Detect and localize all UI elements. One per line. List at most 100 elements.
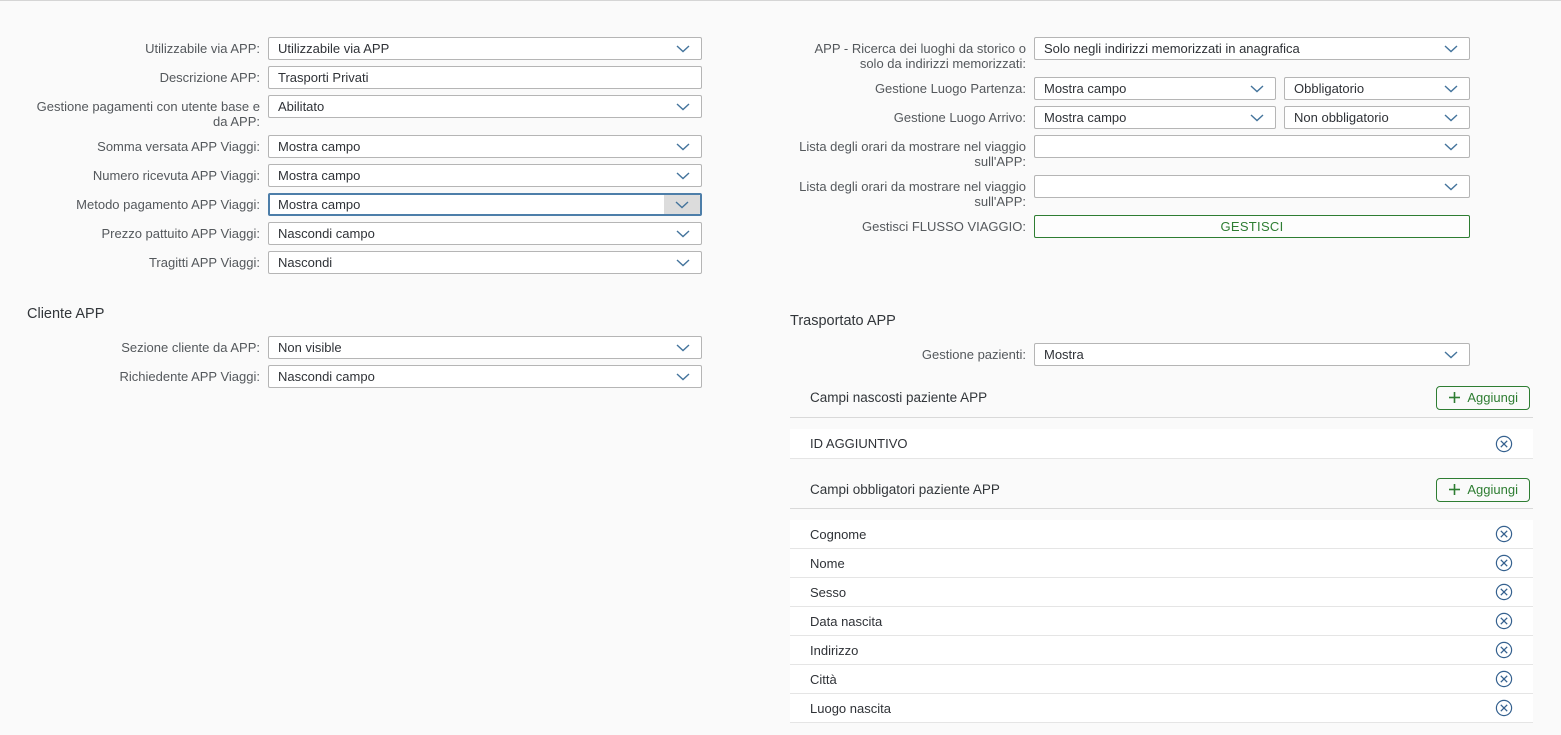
field-label: Gestione pagamenti con utente base e da …	[24, 95, 268, 129]
chevron-down-icon	[1239, 107, 1275, 128]
luogo-partenza-visibility-select[interactable]: Mostra campo	[1034, 77, 1276, 100]
form-row: Metodo pagamento APP Viaggi: Mostra camp…	[24, 193, 702, 216]
numero-ricevuta-select[interactable]: Mostra campo	[268, 164, 702, 187]
remove-icon[interactable]	[1495, 435, 1513, 453]
ricerca-luoghi-select[interactable]: Solo negli indirizzi memorizzati in anag…	[1034, 37, 1470, 60]
field-label: Somma versata APP Viaggi:	[24, 135, 268, 154]
app-settings-form: Utilizzabile via APP: Utilizzabile via A…	[24, 1, 702, 274]
field-label: Sezione cliente da APP:	[24, 336, 268, 355]
select-value: Nascondi campo	[269, 369, 665, 384]
list-item-label: Indirizzo	[790, 643, 1495, 658]
remove-icon[interactable]	[1495, 525, 1513, 543]
add-required-field-button[interactable]: Aggiungi	[1436, 478, 1530, 502]
form-row: Utilizzabile via APP: Utilizzabile via A…	[24, 37, 702, 60]
descrizione-app-input[interactable]	[268, 66, 702, 89]
list-item-label: Luogo nascita	[790, 701, 1495, 716]
hidden-fields-title: Campi nascosti paziente APP	[790, 390, 987, 405]
remove-icon[interactable]	[1495, 641, 1513, 659]
tragitti-select[interactable]: Nascondi	[268, 251, 702, 274]
field-label: Descrizione APP:	[24, 66, 268, 85]
gestisci-button[interactable]: GESTISCI	[1034, 215, 1470, 238]
plus-icon	[1448, 391, 1461, 404]
chevron-down-icon	[664, 195, 700, 214]
list-item: Data nascita	[790, 607, 1533, 636]
luogo-arrivo-visibility-select[interactable]: Mostra campo	[1034, 106, 1276, 129]
list-item-label: ID AGGIUNTIVO	[790, 436, 1495, 451]
trasportato-app-section-title: Trasportato APP	[790, 313, 1533, 329]
field-label: Lista degli orari da mostrare nel viaggi…	[790, 135, 1034, 169]
form-row: Gestione Luogo Arrivo: Mostra campo Non …	[790, 106, 1470, 129]
chevron-down-icon	[665, 165, 701, 186]
select-value: Abilitato	[269, 99, 665, 114]
form-row: Gestione pazienti: Mostra	[790, 343, 1470, 366]
lista-orari-select-2[interactable]	[1034, 175, 1470, 198]
luogo-arrivo-required-select[interactable]: Non obbligatorio	[1284, 106, 1470, 129]
chevron-down-icon	[1433, 136, 1469, 157]
select-value: Obbligatorio	[1285, 81, 1433, 96]
add-hidden-field-button[interactable]: Aggiungi	[1436, 386, 1530, 410]
select-value: Nascondi	[269, 255, 665, 270]
chevron-down-icon	[1433, 38, 1469, 59]
list-item-label: Data nascita	[790, 614, 1495, 629]
select-value: Mostra campo	[269, 139, 665, 154]
cliente-app-section-title: Cliente APP	[27, 306, 702, 322]
richiedente-select[interactable]: Nascondi campo	[268, 365, 702, 388]
form-row: Gestione Luogo Partenza: Mostra campo Ob…	[790, 77, 1470, 100]
chevron-down-icon	[665, 223, 701, 244]
list-item: Nome	[790, 549, 1533, 578]
field-label: APP - Ricerca dei luoghi da storico o so…	[790, 37, 1034, 71]
form-row: Gestisci FLUSSO VIAGGIO: GESTISCI	[790, 215, 1470, 238]
form-row: Lista degli orari da mostrare nel viaggi…	[790, 135, 1470, 169]
chevron-down-icon	[665, 252, 701, 273]
chevron-down-icon	[665, 366, 701, 387]
select-value: Solo negli indirizzi memorizzati in anag…	[1035, 41, 1433, 56]
form-row: Richiedente APP Viaggi: Nascondi campo	[24, 365, 702, 388]
select-value: Mostra campo	[1035, 81, 1239, 96]
select-value: Non obbligatorio	[1285, 110, 1433, 125]
list-item: ID AGGIUNTIVO	[790, 429, 1533, 459]
right-column: APP - Ricerca dei luoghi da storico o so…	[790, 1, 1533, 723]
utilizzabile-via-app-select[interactable]: Utilizzabile via APP	[268, 37, 702, 60]
chevron-down-icon	[665, 38, 701, 59]
list-item-label: Cognome	[790, 527, 1495, 542]
metodo-pagamento-select[interactable]: Mostra campo	[268, 193, 702, 216]
required-fields-title: Campi obbligatori paziente APP	[790, 482, 1000, 497]
form-row: Descrizione APP:	[24, 66, 702, 89]
remove-icon[interactable]	[1495, 612, 1513, 630]
select-value: Utilizzabile via APP	[269, 41, 665, 56]
sezione-cliente-select[interactable]: Non visible	[268, 336, 702, 359]
chevron-down-icon	[665, 96, 701, 117]
field-label: Richiedente APP Viaggi:	[24, 365, 268, 384]
form-row: Tragitti APP Viaggi: Nascondi	[24, 251, 702, 274]
gestione-pagamenti-select[interactable]: Abilitato	[268, 95, 702, 118]
prezzo-pattuito-select[interactable]: Nascondi campo	[268, 222, 702, 245]
field-label: Lista degli orari da mostrare nel viaggi…	[790, 175, 1034, 209]
select-value: Mostra campo	[1035, 110, 1239, 125]
field-label: Gestisci FLUSSO VIAGGIO:	[790, 215, 1034, 234]
remove-icon[interactable]	[1495, 699, 1513, 717]
select-value: Nascondi campo	[269, 226, 665, 241]
list-item: Città	[790, 665, 1533, 694]
select-value: Non visible	[269, 340, 665, 355]
remove-icon[interactable]	[1495, 554, 1513, 572]
form-row: Numero ricevuta APP Viaggi: Mostra campo	[24, 164, 702, 187]
chevron-down-icon	[1239, 78, 1275, 99]
form-row: Prezzo pattuito APP Viaggi: Nascondi cam…	[24, 222, 702, 245]
select-value: Mostra	[1035, 347, 1433, 362]
list-item: Sesso	[790, 578, 1533, 607]
field-label: Metodo pagamento APP Viaggi:	[24, 193, 268, 212]
remove-icon[interactable]	[1495, 583, 1513, 601]
luogo-partenza-required-select[interactable]: Obbligatorio	[1284, 77, 1470, 100]
chevron-down-icon	[1433, 344, 1469, 365]
somma-versata-select[interactable]: Mostra campo	[268, 135, 702, 158]
field-label: Prezzo pattuito APP Viaggi:	[24, 222, 268, 241]
gestione-pazienti-select[interactable]: Mostra	[1034, 343, 1470, 366]
remove-icon[interactable]	[1495, 670, 1513, 688]
lista-orari-select-1[interactable]	[1034, 135, 1470, 158]
field-label: Gestione Luogo Arrivo:	[790, 106, 1034, 125]
required-fields-toolbar: Campi obbligatori paziente APP Aggiungi	[790, 471, 1533, 509]
select-value: Mostra campo	[270, 197, 664, 212]
chevron-down-icon	[1433, 107, 1469, 128]
list-item-label: Città	[790, 672, 1495, 687]
list-item-label: Nome	[790, 556, 1495, 571]
